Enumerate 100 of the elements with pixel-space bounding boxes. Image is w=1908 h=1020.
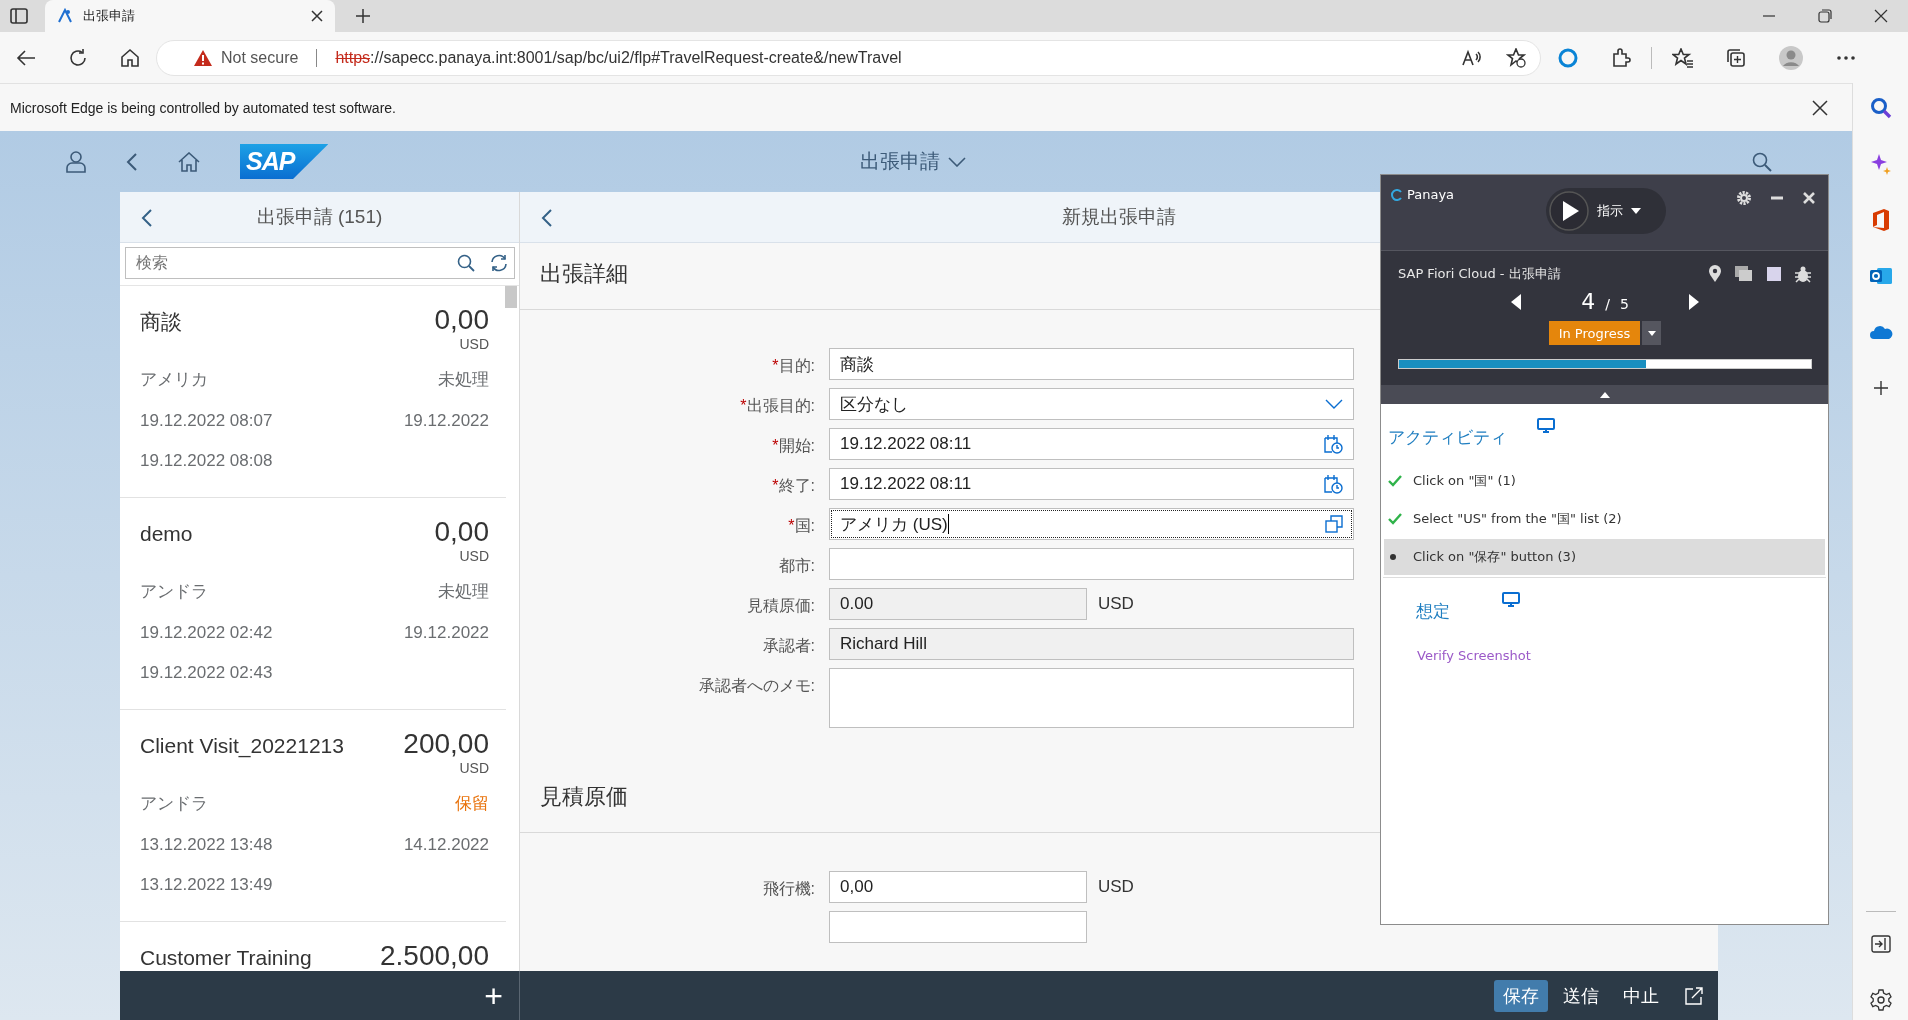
favorites-icon[interactable] bbox=[1672, 47, 1694, 68]
date-field[interactable]: 19.12.2022 08:11 bbox=[829, 468, 1354, 500]
item-amount: 200,00 bbox=[403, 728, 489, 760]
activity-step[interactable]: Verify Screenshot bbox=[1384, 637, 1825, 673]
restore-icon[interactable] bbox=[1818, 9, 1832, 23]
chevron-down-icon[interactable] bbox=[1325, 399, 1343, 409]
input-field[interactable]: 商談 bbox=[829, 348, 1354, 380]
bug-icon[interactable] bbox=[1794, 265, 1812, 283]
read-aloud-icon[interactable] bbox=[1462, 48, 1482, 67]
status: 未処理 bbox=[438, 369, 489, 391]
unit-label: USD bbox=[1098, 594, 1134, 614]
field-label: 承認者へのメモ: bbox=[698, 677, 815, 694]
created-date: 19.12.2022 08:07 bbox=[140, 411, 273, 431]
share-icon[interactable] bbox=[1684, 985, 1704, 1006]
item-title: demo bbox=[140, 522, 193, 546]
dropdown-field[interactable]: 区分なし bbox=[829, 388, 1354, 420]
search-icon[interactable] bbox=[1869, 96, 1892, 120]
field-label: 飛行機: bbox=[762, 880, 815, 897]
stop-icon[interactable] bbox=[1766, 266, 1782, 282]
changed-date: 19.12.2022 02:43 bbox=[140, 663, 273, 683]
created-date: 19.12.2022 02:42 bbox=[140, 623, 273, 643]
currency: USD bbox=[459, 336, 489, 352]
field-label: 都市: bbox=[778, 557, 815, 574]
mode-label[interactable]: 指示 bbox=[1597, 202, 1623, 220]
item-title: Customer Training bbox=[140, 946, 312, 970]
calendar-icon[interactable] bbox=[1323, 474, 1343, 494]
settings-icon[interactable] bbox=[1869, 988, 1892, 1012]
item-title: Client Visit_20221213 bbox=[140, 734, 344, 758]
field-label: 承認者: bbox=[762, 637, 815, 654]
input-field[interactable]: 0,00 bbox=[829, 871, 1087, 903]
list-item[interactable]: 商談 0,00 USD アメリカ 未処理 19.12.2022 08:07 19.12.2022 19.12.2022 08:08 bbox=[120, 286, 506, 498]
office-icon[interactable] bbox=[1870, 208, 1891, 232]
close-icon[interactable] bbox=[1874, 9, 1888, 23]
app-title-menu[interactable]: 出張申請 bbox=[860, 148, 966, 175]
back-icon[interactable] bbox=[141, 208, 153, 228]
footer-button[interactable]: 中止 bbox=[1614, 979, 1668, 1012]
user-icon[interactable] bbox=[66, 150, 86, 173]
step-separator: / bbox=[1605, 296, 1610, 312]
collections-icon[interactable] bbox=[1726, 47, 1746, 68]
footer-button[interactable]: 保存 bbox=[1494, 979, 1548, 1012]
footer-button[interactable]: 送信 bbox=[1554, 979, 1608, 1012]
sap-logo[interactable]: SAP bbox=[240, 144, 329, 179]
back-icon[interactable] bbox=[16, 48, 36, 67]
play-icon[interactable] bbox=[1549, 191, 1589, 231]
home-icon[interactable] bbox=[178, 151, 200, 172]
field-label: *終了: bbox=[772, 477, 815, 494]
play-control[interactable]: 指示 bbox=[1546, 188, 1666, 234]
search-icon[interactable] bbox=[1752, 151, 1772, 172]
monitor-icon[interactable] bbox=[1502, 592, 1520, 608]
activity-step[interactable]: Click on "国" (1) bbox=[1384, 463, 1825, 499]
close-icon[interactable] bbox=[311, 10, 323, 22]
input-field[interactable] bbox=[829, 911, 1087, 943]
input-field[interactable] bbox=[829, 548, 1354, 580]
next-icon[interactable] bbox=[1688, 293, 1699, 310]
status: 保留 bbox=[455, 793, 489, 815]
previous-icon[interactable] bbox=[1511, 293, 1522, 310]
more-icon[interactable] bbox=[1836, 54, 1856, 61]
favorite-add-icon[interactable] bbox=[1506, 47, 1526, 68]
list-item[interactable]: demo 0,00 USD アンドラ 未処理 19.12.2022 02:42 19.12.2022 19.12.2022 02:43 bbox=[120, 498, 506, 710]
add-button[interactable]: + bbox=[480, 979, 507, 1012]
search-field[interactable]: 検索 bbox=[125, 247, 515, 279]
pin-icon[interactable] bbox=[1708, 265, 1722, 283]
field-label: *目的: bbox=[772, 357, 815, 374]
profile-icon[interactable] bbox=[1778, 44, 1804, 71]
url-text: https://sapecc.panaya.int:8001/sap/bc/ui2/flp#TravelRequest-create&/newTravel bbox=[335, 48, 902, 67]
readonly-field: Richard Hill bbox=[829, 628, 1354, 660]
item-title: 商談 bbox=[140, 309, 182, 335]
extensions-icon[interactable] bbox=[1611, 47, 1631, 68]
activity-step[interactable]: Click on "保存" button (3) bbox=[1384, 539, 1825, 575]
new-tab-icon[interactable] bbox=[355, 8, 371, 24]
info-text: Microsoft Edge is being controlled by automated test software. bbox=[10, 99, 396, 116]
sidebar-toggle-icon[interactable] bbox=[10, 8, 28, 24]
browser-tab[interactable]: 出張申請 bbox=[45, 0, 335, 32]
created-date: 13.12.2022 13:48 bbox=[140, 835, 273, 855]
close-icon[interactable] bbox=[1812, 99, 1828, 116]
caret-icon[interactable] bbox=[1631, 208, 1641, 214]
search-icon[interactable] bbox=[457, 254, 475, 272]
refresh-icon[interactable] bbox=[68, 47, 88, 68]
activity-step[interactable]: Select "US" from the "国" list (2) bbox=[1384, 501, 1825, 537]
hide-sidebar-icon[interactable] bbox=[1870, 932, 1891, 956]
warning-icon bbox=[193, 48, 213, 67]
screens-icon[interactable] bbox=[1734, 265, 1754, 283]
home-icon[interactable] bbox=[120, 47, 140, 68]
collapse-icon[interactable] bbox=[1599, 391, 1610, 398]
circle-icon[interactable] bbox=[1557, 46, 1579, 69]
calendar-icon[interactable] bbox=[1323, 434, 1343, 454]
value-help-field[interactable]: アメリカ (US) bbox=[829, 508, 1354, 540]
list-item[interactable]: Client Visit_20221213 200,00 USD アンドラ 保留 13.12.2022 13:48 14.12.2022 13.12.2022 13:49 bbox=[120, 710, 506, 922]
back-icon[interactable] bbox=[541, 208, 553, 228]
currency: USD bbox=[459, 548, 489, 564]
brand-ring-icon bbox=[1391, 188, 1403, 201]
dropdown-button[interactable] bbox=[1642, 321, 1662, 345]
address-bar[interactable]: Not secure https://sapecc.panaya.int:8001/sap/bc/ui2/flp#TravelRequest-create&/newTravel bbox=[156, 39, 1541, 76]
monitor-icon[interactable] bbox=[1537, 418, 1555, 434]
refresh-icon[interactable] bbox=[489, 253, 509, 273]
field-label: 見積原価: bbox=[746, 597, 815, 614]
value-help-icon[interactable] bbox=[1325, 515, 1343, 533]
scroll-thumb[interactable] bbox=[505, 286, 517, 308]
date-field[interactable]: 19.12.2022 08:11 bbox=[829, 428, 1354, 460]
step-total: 5 bbox=[1619, 296, 1629, 312]
